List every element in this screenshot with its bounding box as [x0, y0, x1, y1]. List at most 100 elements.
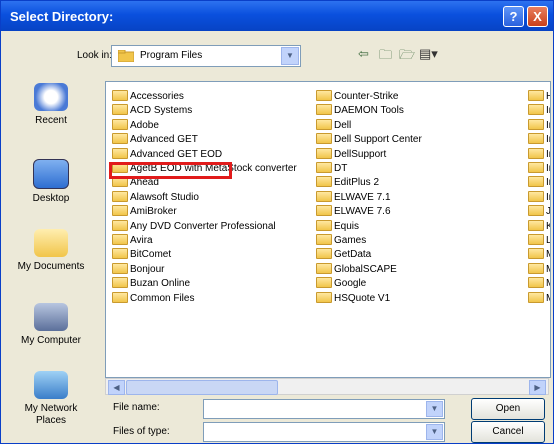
look-in-combo[interactable]: Program Files ▼ [111, 45, 301, 67]
folder-icon [112, 205, 128, 217]
file-list-item[interactable]: K- [528, 219, 550, 233]
file-list-item-label: Bonjour [130, 263, 165, 275]
file-list-item[interactable]: Dell [316, 118, 352, 132]
network-icon [34, 371, 68, 399]
open-button[interactable]: Open [471, 398, 545, 420]
file-list-item[interactable]: ELWAVE 7.1 [316, 190, 391, 204]
file-list-item[interactable]: M [528, 248, 550, 261]
file-list-item[interactable]: Avira [112, 234, 153, 247]
folder-icon [118, 50, 134, 62]
file-list-item-label: In [546, 105, 550, 117]
file-list-item[interactable]: Games [316, 234, 366, 247]
dialog-title: Select Directory: [10, 9, 114, 24]
file-list-item-label: Dell [334, 119, 352, 131]
file-list-item-label: Buzan Online [130, 278, 191, 290]
file-list-item[interactable]: In [528, 190, 550, 204]
chevron-down-icon[interactable]: ▼ [281, 47, 299, 65]
help-button[interactable]: ? [503, 6, 524, 27]
file-list-item[interactable]: Lo [528, 234, 550, 247]
folder-icon [528, 190, 544, 202]
file-list-item[interactable]: M [528, 277, 550, 290]
filetype-select[interactable]: ▼ [203, 422, 445, 442]
filename-input[interactable]: ▼ [203, 399, 445, 419]
file-list-item[interactable]: In [528, 176, 550, 189]
file-list-item[interactable]: H [528, 90, 550, 103]
back-icon[interactable]: ⇦ [358, 46, 369, 62]
folder-icon [112, 118, 128, 130]
file-list-item[interactable]: Any DVD Converter Professional [112, 219, 276, 233]
folder-icon [316, 262, 332, 274]
file-list-item[interactable]: Ja [528, 205, 551, 218]
folder-icon [316, 291, 332, 303]
file-list-item[interactable]: GlobalSCAPE [316, 262, 397, 276]
file-list-item[interactable]: Equis [316, 219, 359, 233]
file-list-item[interactable]: Bonjour [112, 262, 165, 276]
place-my-computer[interactable]: My Computer [3, 303, 99, 346]
file-list-item[interactable]: In [528, 133, 550, 146]
file-list-item[interactable]: In [528, 104, 550, 117]
file-list-item-label: DT [334, 163, 348, 174]
file-list-item-label: Ja [546, 206, 551, 218]
file-list-item-label: Accessories [130, 91, 184, 102]
horizontal-scrollbar[interactable]: ◀ ▶ [105, 378, 549, 395]
file-list-item[interactable]: Adobe [112, 118, 159, 132]
file-list-item-label: H [546, 91, 550, 102]
file-list-item-label: M [546, 264, 550, 275]
file-list[interactable]: Accessories ACD Systems Adobe Advanced GET A… [105, 81, 551, 378]
file-list-item[interactable]: EditPlus 2 [316, 176, 379, 189]
file-list-item-label: In [546, 177, 550, 189]
file-list-item[interactable]: In [528, 118, 550, 132]
file-list-item[interactable]: Common Files [112, 291, 194, 305]
file-list-item[interactable]: HSQuote V1 [316, 291, 390, 305]
file-list-item[interactable]: Buzan Online [112, 277, 190, 290]
close-button[interactable]: X [527, 6, 548, 27]
file-list-item[interactable]: ACD Systems [112, 104, 192, 117]
file-list-item-label: DAEMON Tools [334, 105, 404, 117]
file-list-item-label: ACD Systems [130, 105, 193, 117]
file-list-item[interactable]: Advanced GET EOD [112, 147, 222, 161]
file-list-item[interactable]: BitComet [112, 248, 171, 261]
place-desktop[interactable]: Desktop [3, 159, 99, 204]
file-list-item[interactable]: ELWAVE 7.6 [316, 205, 391, 218]
file-list-item[interactable]: M [528, 291, 550, 305]
file-list-item[interactable]: DellSupport [316, 147, 386, 161]
file-list-item[interactable]: Google [316, 277, 366, 290]
scroll-right-icon[interactable]: ▶ [529, 380, 546, 395]
file-list-item-label: M [546, 293, 550, 304]
place-network[interactable]: My Network Places [3, 371, 99, 427]
file-list-item[interactable]: In [528, 162, 550, 175]
file-list-item[interactable]: GetData [316, 248, 371, 261]
file-list-item[interactable]: In [528, 147, 550, 161]
folder-icon [316, 162, 332, 173]
up-folder-icon[interactable]: 🗀 [379, 46, 392, 68]
place-my-documents[interactable]: My Documents [3, 229, 99, 272]
folder-icon [112, 133, 128, 145]
file-list-item[interactable]: Dell Support Center [316, 133, 422, 146]
view-menu-icon[interactable]: ▤▾ [419, 46, 438, 62]
file-list-item[interactable]: DT [316, 162, 347, 175]
file-list-item[interactable]: M [528, 262, 550, 276]
cancel-button[interactable]: Cancel [471, 421, 545, 443]
folder-icon [528, 147, 544, 159]
file-list-item[interactable]: Counter-Strike [316, 90, 398, 103]
scroll-thumb[interactable] [126, 380, 278, 395]
new-folder-icon[interactable]: 🗁 [399, 46, 415, 68]
file-list-item[interactable]: Advanced GET [112, 133, 198, 146]
computer-icon [34, 303, 68, 331]
file-list-item[interactable]: DAEMON Tools [316, 104, 404, 117]
scroll-left-icon[interactable]: ◀ [108, 380, 125, 395]
file-list-item[interactable]: AmiBroker [112, 205, 177, 218]
chevron-down-icon[interactable]: ▼ [426, 401, 443, 417]
file-list-item[interactable]: Accessories [112, 90, 184, 103]
file-list-item-label: Avira [130, 235, 153, 246]
file-list-item-label: In [546, 191, 550, 203]
place-recent[interactable]: Recent [3, 83, 99, 126]
select-directory-dialog: Select Directory: ? X Look in: Program F… [0, 0, 554, 444]
file-list-item[interactable]: Alawsoft Studio [112, 190, 199, 204]
folder-icon [528, 262, 544, 274]
file-list-item-label: Counter-Strike [334, 91, 399, 102]
folder-icon [528, 219, 544, 231]
folder-icon [528, 133, 544, 145]
file-list-item-label: EditPlus 2 [334, 177, 380, 189]
chevron-down-icon[interactable]: ▼ [426, 424, 443, 440]
